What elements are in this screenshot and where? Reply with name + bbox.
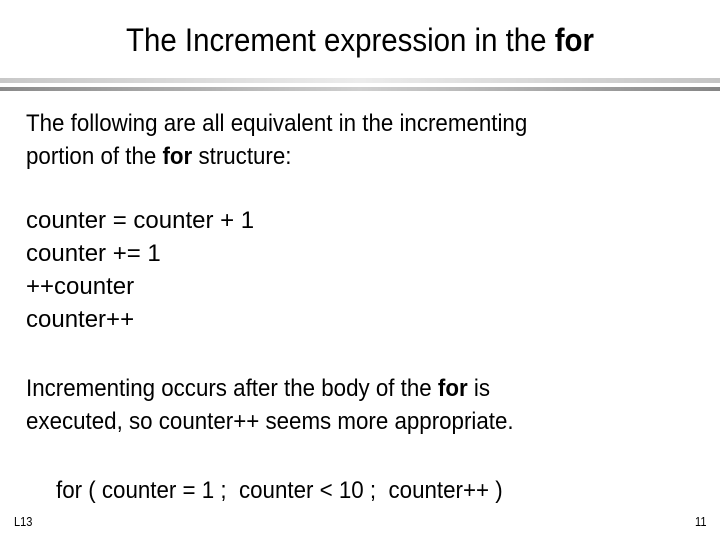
- title-keyword: for: [554, 22, 594, 58]
- expression-item: ++counter: [26, 273, 135, 300]
- intro-line-2-prefix: portion of the: [26, 143, 163, 170]
- intro-line-2-suffix: structure:: [192, 143, 292, 170]
- note-line-1: Incrementing occurs after the body of th…: [26, 372, 514, 405]
- title-text: The Increment expression in the: [126, 22, 555, 58]
- intro-line-2: portion of the for structure:: [26, 140, 527, 173]
- lecture-label: L13: [14, 514, 33, 529]
- note-line-1-suffix: is: [467, 375, 490, 402]
- expression-item: counter += 1: [26, 240, 161, 267]
- slide-title: The Increment expression in the for: [29, 18, 691, 62]
- title-divider-top: [0, 78, 720, 83]
- note-line-2: executed, so counter++ seems more approp…: [26, 408, 514, 435]
- intro-keyword: for: [162, 143, 193, 170]
- intro-line-1: The following are all equivalent in the …: [26, 110, 528, 137]
- expression-item: counter = counter + 1: [26, 207, 255, 234]
- for-loop-example: for ( counter = 1 ; counter < 10 ; count…: [56, 477, 503, 504]
- note-paragraph: Incrementing occurs after the body of th…: [26, 372, 514, 438]
- equivalent-expressions-list: counter = counter + 1 counter += 1 ++cou…: [26, 204, 254, 336]
- intro-paragraph: The following are all equivalent in the …: [26, 107, 527, 173]
- note-keyword: for: [437, 375, 468, 402]
- expression-item: counter++: [26, 306, 135, 333]
- page-number: 11: [694, 514, 706, 529]
- title-divider-bottom: [0, 87, 720, 91]
- note-line-1-prefix: Incrementing occurs after the body of th…: [26, 375, 438, 402]
